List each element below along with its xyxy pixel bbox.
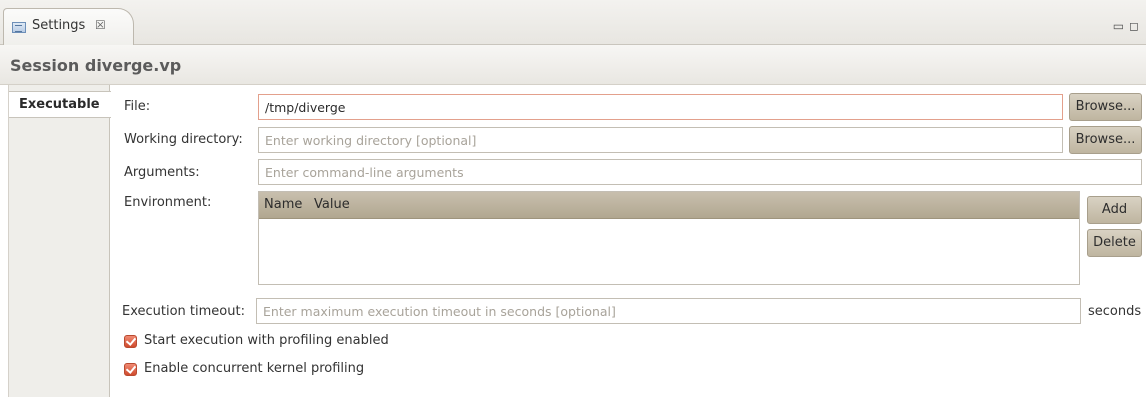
execution-timeout-input[interactable] [256,298,1081,324]
execution-timeout-label: Execution timeout: [122,304,245,319]
environment-delete-button[interactable]: Delete [1087,229,1142,257]
environment-table-header: Name Value [259,192,1079,219]
profiling-enabled-checkbox[interactable] [124,335,137,348]
editor-tab-bar: Settings ☒ ▭◻ [0,0,1146,45]
minimize-icon[interactable]: ▭ [1113,19,1129,33]
working-directory-label: Working directory: [124,132,243,147]
window-controls: ▭◻ [1113,19,1144,33]
file-label: File: [124,99,151,114]
concurrent-kernel-checkbox[interactable] [124,363,137,376]
working-directory-input[interactable] [258,127,1063,153]
vertical-tab-strip: Executable [8,85,111,397]
arguments-label: Arguments: [124,165,200,180]
maximize-icon[interactable]: ◻ [1129,19,1144,33]
page-title: Session diverge.vp [10,56,182,75]
concurrent-kernel-label[interactable]: Enable concurrent kernel profiling [144,361,364,376]
tab-executable-label: Executable [19,97,100,112]
file-browse-button[interactable]: Browse... [1069,93,1142,121]
file-input[interactable] [258,94,1063,120]
working-directory-browse-button[interactable]: Browse... [1069,126,1142,154]
arguments-input[interactable] [258,159,1142,185]
column-header-name[interactable]: Name [264,197,302,212]
settings-view-icon [12,22,26,33]
profiling-enabled-label[interactable]: Start execution with profiling enabled [144,333,389,348]
execution-timeout-unit: seconds [1088,304,1142,319]
environment-table[interactable]: Name Value [258,191,1080,285]
environment-label: Environment: [124,195,212,210]
tab-settings[interactable]: Settings ☒ [3,8,134,45]
tab-executable[interactable]: Executable [9,91,111,118]
form-header: Session diverge.vp [0,45,1146,85]
environment-add-button[interactable]: Add [1087,196,1142,224]
tab-settings-label: Settings [32,18,86,33]
close-icon[interactable]: ☒ [95,18,106,32]
column-header-value[interactable]: Value [314,197,350,212]
